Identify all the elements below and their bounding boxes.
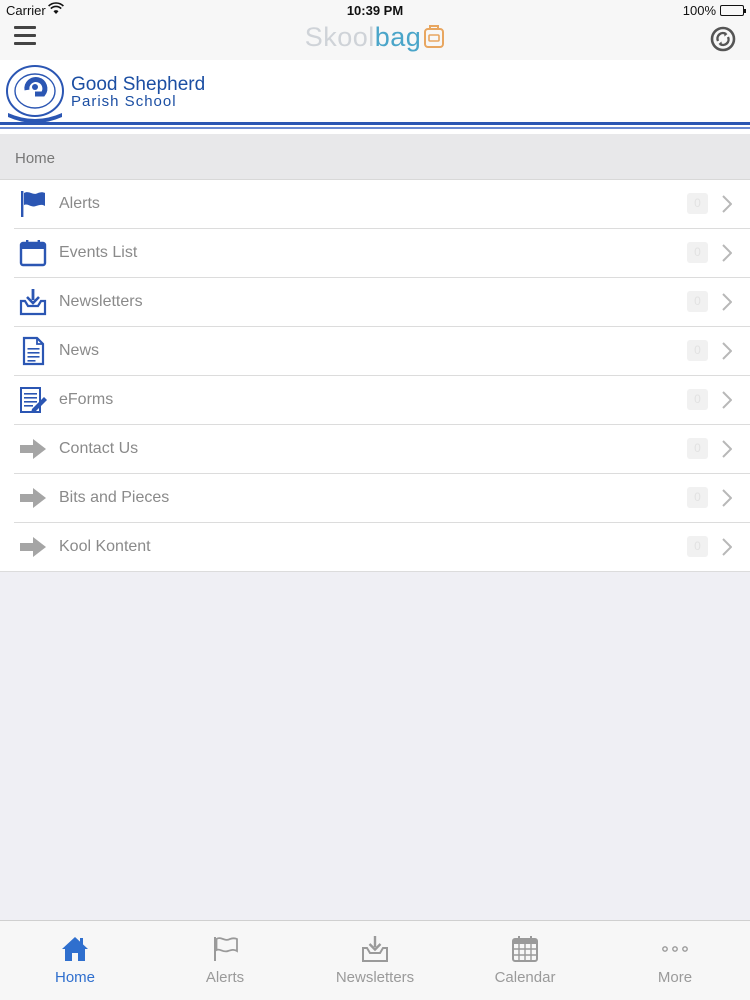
count-badge: 0 (687, 389, 708, 410)
count-badge: 0 (687, 536, 708, 557)
count-badge: 0 (687, 340, 708, 361)
menu-item-alerts[interactable]: Alerts 0 (14, 180, 750, 229)
document-icon (22, 336, 45, 366)
tab-label: Newsletters (335, 969, 415, 986)
tab-bar: Home Alerts Newsletters Calendar More (0, 920, 750, 1000)
school-name-line-2: Parish School (71, 93, 177, 110)
status-bar: Carrier 10:39 PM 100% (0, 0, 750, 20)
count-badge: 0 (687, 487, 708, 508)
chevron-right-icon (722, 195, 732, 213)
school-name: Good Shepherd Parish School (71, 75, 205, 110)
calendar-icon (512, 936, 538, 962)
download-tray-icon (19, 289, 47, 316)
header-divider-thin (0, 127, 750, 129)
tab-label: More (657, 969, 693, 986)
menu-list: Alerts 0 Events List 0 Newsletters 0 New… (0, 179, 750, 572)
tab-newsletters[interactable]: Newsletters (300, 921, 450, 1000)
chevron-right-icon (722, 244, 732, 262)
app-brand: Skoolbag (0, 22, 750, 53)
tab-more[interactable]: More (600, 921, 750, 1000)
menu-item-label: News (59, 342, 100, 359)
tab-label: Calendar (494, 969, 556, 986)
tab-calendar[interactable]: Calendar (450, 921, 600, 1000)
count-badge: 0 (687, 193, 708, 214)
menu-item-label: Alerts (59, 195, 100, 212)
download-tray-icon (362, 936, 388, 962)
menu-item-label: Events List (59, 244, 138, 261)
calendar-icon (19, 240, 47, 267)
tab-label: Alerts (205, 969, 245, 986)
menu-item-label: Bits and Pieces (59, 489, 170, 506)
arrow-right-icon (20, 537, 46, 557)
menu-item-events-list[interactable]: Events List 0 (14, 229, 750, 278)
chevron-right-icon (722, 538, 732, 556)
school-logo (6, 65, 64, 123)
chevron-right-icon (722, 440, 732, 458)
chevron-right-icon (722, 342, 732, 360)
menu-item-label: Kool Kontent (59, 538, 151, 555)
menu-item-label: Contact Us (59, 440, 139, 457)
chevron-right-icon (722, 391, 732, 409)
clock: 10:39 PM (346, 3, 404, 18)
menu-item-contact-us[interactable]: Contact Us 0 (14, 425, 750, 474)
battery-percent: 100% (682, 3, 716, 18)
sync-icon[interactable] (710, 26, 736, 52)
menu-item-news[interactable]: News 0 (14, 327, 750, 376)
tab-alerts[interactable]: Alerts (150, 921, 300, 1000)
menu-item-newsletters[interactable]: Newsletters 0 (14, 278, 750, 327)
flag-icon (21, 191, 45, 217)
brand-part-1: Skool (304, 22, 375, 52)
flag-icon (214, 937, 238, 961)
nav-bar: Skoolbag (0, 20, 750, 60)
chevron-right-icon (722, 489, 732, 507)
menu-item-label: Newsletters (59, 293, 143, 310)
count-badge: 0 (687, 438, 708, 459)
count-badge: 0 (687, 291, 708, 312)
menu-item-bits-and-pieces[interactable]: Bits and Pieces 0 (14, 474, 750, 523)
school-header: Good Shepherd Parish School (0, 60, 750, 134)
menu-item-kool-kontent[interactable]: Kool Kontent 0 (0, 523, 750, 572)
count-badge: 0 (687, 242, 708, 263)
breadcrumb: Home (0, 134, 750, 179)
school-bag-icon (424, 25, 445, 48)
header-divider (0, 122, 750, 125)
tab-home[interactable]: Home (0, 921, 150, 1000)
tab-label: Home (54, 969, 95, 986)
menu-item-eforms[interactable]: eForms 0 (14, 376, 750, 425)
brand-part-2: bag (374, 22, 422, 52)
arrow-right-icon (20, 488, 46, 508)
school-name-line-1: Good Shepherd (71, 74, 206, 95)
battery-icon (720, 5, 746, 16)
more-dots-icon (662, 946, 688, 952)
form-pen-icon (20, 387, 47, 413)
menu-item-label: eForms (59, 391, 114, 408)
home-icon (62, 937, 88, 961)
arrow-right-icon (20, 439, 46, 459)
chevron-right-icon (722, 293, 732, 311)
